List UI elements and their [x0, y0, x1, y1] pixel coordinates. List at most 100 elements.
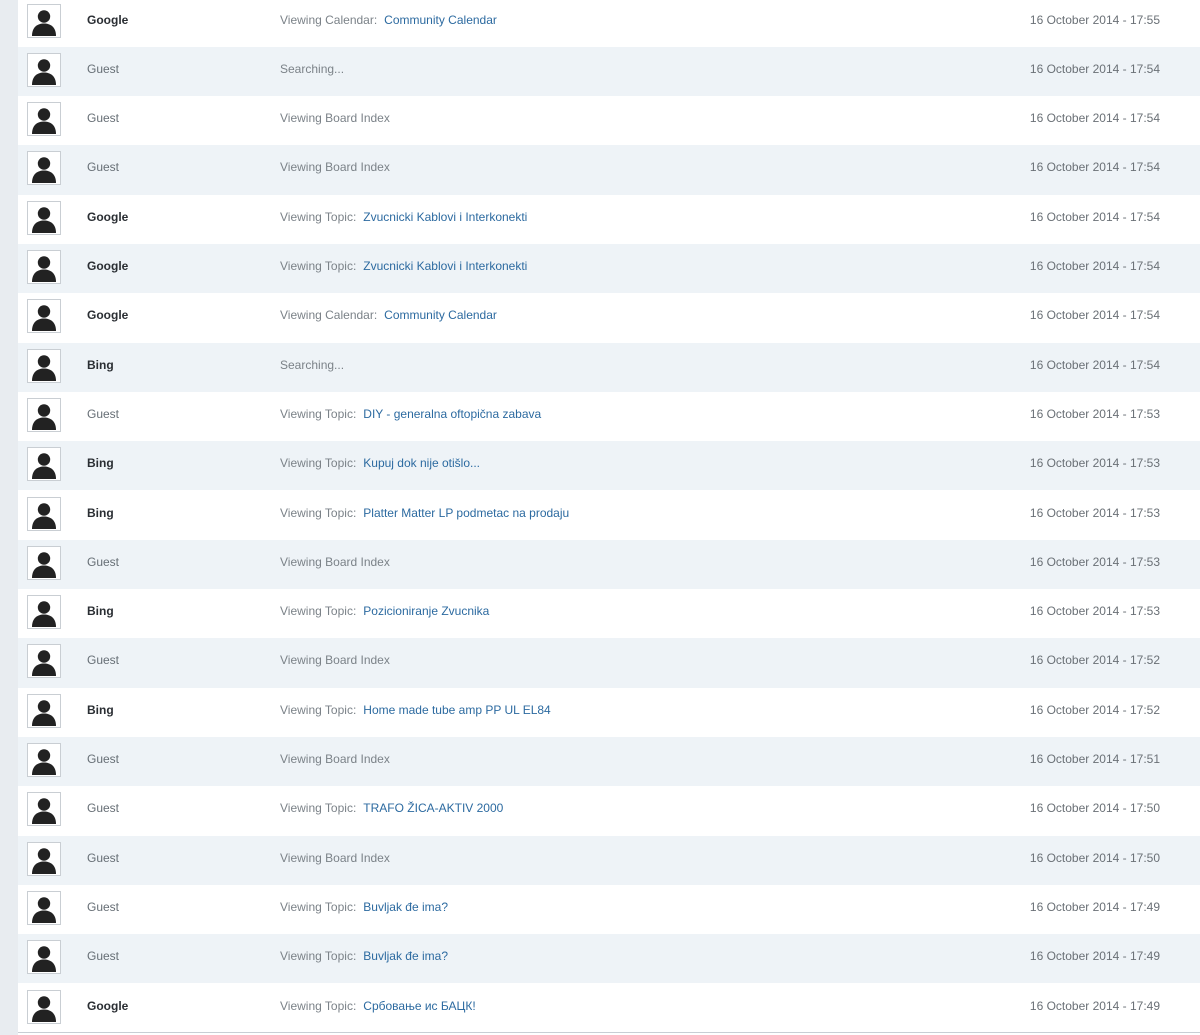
table-row: Google Viewing Calendar: Community Calenda… [18, 293, 1200, 343]
user-activity: Viewing Board Index [280, 851, 390, 865]
default-avatar-icon[interactable] [27, 841, 61, 876]
user-activity: Viewing Board Index [280, 160, 390, 174]
table-row: Bing Searching... 16 October 2014 - 17:54 [18, 342, 1200, 392]
default-avatar-icon[interactable] [27, 940, 61, 975]
activity-link[interactable]: Србовање ис БАЦК! [363, 999, 475, 1013]
user-activity: Viewing Board Index [280, 653, 390, 667]
default-avatar-icon[interactable] [27, 52, 61, 87]
activity-link[interactable]: Buvljak đe ima? [363, 900, 448, 914]
default-avatar-icon[interactable] [27, 743, 61, 777]
user-activity: Viewing Topic: Pozicioniranje Zvucnika [280, 604, 489, 618]
avatar-silhouette-icon [29, 892, 59, 923]
table-row: Guest Viewing Board Index 16 October 2014 … [18, 835, 1200, 885]
activity-label: Searching... [280, 61, 345, 76]
activity-link[interactable]: Pozicioniranje Zvucnika [363, 604, 489, 618]
table-row: Guest Viewing Topic: Buvljak đe ima? 16 Oct… [18, 934, 1200, 984]
activity-label: Viewing Board Index [280, 554, 390, 569]
default-avatar-icon[interactable] [27, 644, 61, 679]
default-avatar-icon[interactable] [27, 792, 61, 827]
default-avatar-icon[interactable] [27, 200, 61, 235]
user-activity: Viewing Board Index [280, 111, 390, 125]
activity-link[interactable]: Buvljak đe ima? [363, 949, 448, 963]
default-avatar-icon[interactable] [27, 595, 61, 630]
user-activity: Viewing Topic: Platter Matter LP podmetac… [280, 506, 569, 520]
last-activity-time: 16 October 2014 - 17:49 [1029, 899, 1160, 914]
last-activity-time: 16 October 2014 - 17:53 [1029, 604, 1160, 619]
last-activity-time: 16 October 2014 - 17:53 [1029, 505, 1160, 520]
table-row: Guest Viewing Topic: TRAFO ŽICA-AKTIV 2000… [18, 786, 1200, 836]
username: Guest [87, 752, 120, 766]
username: Guest [87, 949, 120, 964]
user-activity: Viewing Calendar: Community Calendar [280, 13, 497, 27]
default-avatar-icon[interactable] [27, 989, 61, 1024]
default-avatar-icon[interactable] [27, 102, 61, 137]
activity-label: Viewing Topic: [280, 998, 357, 1013]
user-activity: Searching... [280, 62, 344, 76]
last-activity-time: 16 October 2014 - 17:53 [1029, 406, 1160, 421]
table-row: Guest Viewing Topic: DIY - generalna oftop… [18, 391, 1200, 442]
activity-link[interactable]: TRAFO ŽICA-AKTIV 2000 [363, 801, 503, 815]
user-activity: Viewing Topic: Србовање ис БАЦК! [280, 999, 476, 1013]
activity-label: Viewing Topic: [280, 406, 357, 421]
list-bottom-border [18, 1032, 1200, 1033]
table-row: Guest Viewing Board Index 16 October 2014 … [18, 539, 1200, 590]
online-users-list: Google Viewing Calendar: Community Calenda… [18, 0, 1200, 1035]
username: Bing [87, 604, 114, 619]
avatar-silhouette-icon [29, 843, 59, 874]
activity-link[interactable]: Kupuj dok nije otišlo... [363, 456, 480, 470]
default-avatar-icon[interactable] [27, 890, 61, 925]
user-activity: Viewing Topic: Zvucnicki Kablovi i Interk… [280, 259, 527, 273]
default-avatar-icon[interactable] [27, 3, 61, 38]
user-activity: Viewing Topic: Zvucnicki Kablovi i Interk… [280, 210, 527, 224]
activity-label: Viewing Calendar: [280, 12, 378, 27]
activity-label: Viewing Topic: [280, 702, 357, 717]
activity-link[interactable]: Zvucnicki Kablovi i Interkonekti [363, 259, 527, 273]
table-row: Google Viewing Topic: Zvucnicki Kablovi i … [18, 194, 1200, 244]
username: Google [87, 308, 129, 323]
last-activity-time: 16 October 2014 - 17:49 [1029, 998, 1160, 1013]
default-avatar-icon[interactable] [27, 496, 61, 531]
user-activity: Viewing Board Index [280, 752, 390, 766]
avatar-silhouette-icon [29, 646, 59, 677]
avatar-silhouette-icon [29, 104, 59, 135]
last-activity-time: 16 October 2014 - 17:49 [1029, 949, 1160, 964]
table-row: Guest Viewing Topic: Buvljak đe ima? 16 Oct… [18, 884, 1200, 935]
activity-label: Viewing Board Index [280, 111, 390, 126]
activity-link[interactable]: Home made tube amp PP UL EL84 [363, 703, 550, 717]
activity-label: Viewing Topic: [280, 456, 357, 471]
activity-link[interactable]: Community Calendar [384, 308, 497, 322]
activity-label: Viewing Topic: [280, 801, 357, 816]
user-activity: Viewing Topic: DIY - generalna oftopična … [280, 407, 541, 421]
username: Bing [87, 456, 114, 471]
username: Google [87, 998, 129, 1013]
default-avatar-icon[interactable] [27, 693, 61, 728]
default-avatar-icon[interactable] [27, 348, 61, 383]
last-activity-time: 16 October 2014 - 17:52 [1029, 653, 1160, 668]
activity-link[interactable]: Platter Matter LP podmetac na prodaju [363, 506, 569, 520]
default-avatar-icon[interactable] [27, 447, 61, 482]
default-avatar-icon[interactable] [27, 250, 61, 284]
table-row: Google Viewing Topic: Zvucnicki Kablovi i … [18, 244, 1200, 294]
activity-link[interactable]: Zvucnicki Kablovi i Interkonekti [363, 210, 527, 224]
activity-label: Viewing Topic: [280, 209, 357, 224]
last-activity-time: 16 October 2014 - 17:53 [1029, 554, 1160, 569]
default-avatar-icon[interactable] [27, 299, 61, 334]
default-avatar-icon[interactable] [27, 151, 61, 186]
username: Guest [87, 653, 120, 668]
last-activity-time: 16 October 2014 - 17:54 [1029, 61, 1160, 76]
last-activity-time: 16 October 2014 - 17:54 [1029, 209, 1160, 224]
avatar-silhouette-icon [29, 695, 59, 726]
default-avatar-icon[interactable] [27, 397, 61, 432]
last-activity-time: 16 October 2014 - 17:54 [1029, 308, 1160, 323]
activity-link[interactable]: DIY - generalna oftopična zabava [363, 407, 541, 421]
last-activity-time: 16 October 2014 - 17:52 [1029, 702, 1160, 717]
default-avatar-icon[interactable] [27, 545, 61, 580]
username: Bing [87, 702, 114, 717]
avatar-silhouette-icon [29, 301, 59, 332]
user-activity: Viewing Topic: TRAFO ŽICA-AKTIV 2000 [280, 801, 503, 815]
avatar-silhouette-icon [29, 5, 59, 36]
activity-label: Viewing Topic: [280, 899, 357, 914]
activity-link[interactable]: Community Calendar [384, 13, 497, 27]
user-activity: Searching... [280, 358, 344, 372]
table-row: Guest Viewing Board Index 16 October 2014 … [18, 96, 1200, 146]
